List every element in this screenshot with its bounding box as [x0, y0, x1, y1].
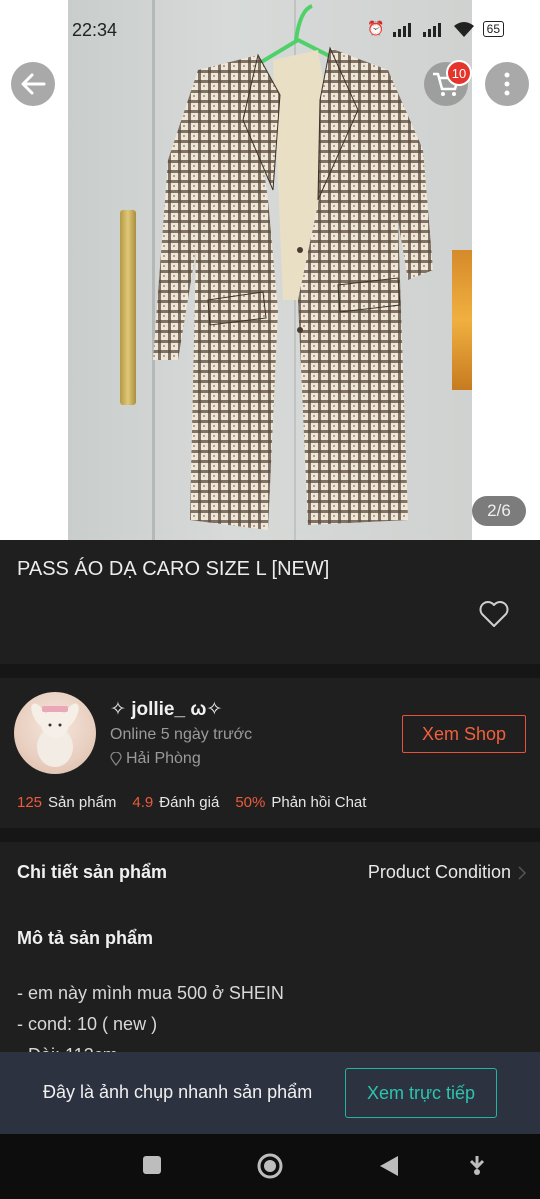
shop-avatar[interactable]	[14, 692, 96, 774]
image-counter: 2/6	[472, 496, 526, 526]
stat-rating: 4.9 Đánh giá	[132, 794, 219, 811]
detail-value: Product Condition	[368, 862, 527, 883]
back-button[interactable]	[11, 62, 55, 106]
description-line: - cond: 10 ( new )	[17, 1014, 158, 1034]
shop-location-text: Hải Phòng	[126, 750, 201, 767]
description-text: - em này mình mua 500 ở SHEIN - cond: 10…	[17, 978, 284, 1052]
more-options-button[interactable]	[485, 62, 529, 106]
heart-icon[interactable]	[478, 600, 510, 628]
back-nav-icon[interactable]	[378, 1154, 400, 1178]
stat-label: Sản phẩm	[48, 794, 117, 811]
bunny-avatar-image	[31, 703, 79, 767]
more-vertical-icon	[504, 72, 510, 96]
description-line: - Dài: 113cm	[17, 1040, 284, 1052]
shop-stats: 125 Sản phẩm 4.9 Đánh giá 50% Phản hồi Chat	[17, 794, 366, 811]
shop-name[interactable]: ✧ jollie_ ω✧	[110, 698, 222, 721]
shop-location: Hải Phòng	[110, 750, 201, 768]
stat-value: 4.9	[132, 794, 154, 811]
stat-value: 50%	[235, 794, 266, 811]
product-details-section: Chi tiết sản phẩm Product Condition Mô t…	[0, 842, 540, 1052]
detail-label: Chi tiết sản phẩm	[17, 862, 168, 882]
home-icon[interactable]	[256, 1152, 284, 1180]
coat-photo	[68, 0, 472, 540]
view-shop-button[interactable]: Xem Shop	[402, 715, 526, 753]
snapshot-text: Đây là ảnh chụp nhanh sản phẩm	[43, 1082, 313, 1102]
arrow-left-icon	[21, 73, 46, 95]
cart-count-badge: 10	[446, 60, 472, 86]
stat-label: Đánh giá	[159, 794, 220, 811]
checkered-coat-image	[153, 4, 433, 530]
detail-value-text: Product Condition	[367, 862, 511, 882]
recents-icon[interactable]	[141, 1154, 163, 1176]
stat-value: 125	[17, 794, 43, 811]
shop-online-status: Online 5 ngày trước	[110, 726, 253, 743]
shop-section: ✧ jollie_ ω✧ Online 5 ngày trước Hải Phò…	[0, 678, 540, 828]
description-title: Mô tả sản phẩm	[17, 928, 154, 948]
system-nav-bar	[0, 1134, 540, 1199]
product-detail-row[interactable]: Chi tiết sản phẩm Product Condition	[17, 862, 527, 883]
product-title-section: PASS ÁO DẠ CARO SIZE L [NEW]	[0, 540, 540, 664]
stat-products: 125 Sản phẩm	[17, 794, 116, 811]
location-pin-icon	[110, 752, 122, 766]
stat-label: Phản hồi Chat	[271, 794, 367, 811]
snapshot-banner: Đây là ảnh chụp nhanh sản phẩm Xem trực …	[0, 1052, 540, 1134]
download-icon[interactable]	[467, 1154, 487, 1176]
stat-chat-response: 50% Phản hồi Chat	[235, 794, 366, 811]
description-line: - em này mình mua 500 ở SHEIN	[17, 983, 284, 1003]
product-title: PASS ÁO DẠ CARO SIZE L [NEW]	[17, 558, 330, 580]
view-live-button[interactable]: Xem trực tiếp	[345, 1068, 497, 1118]
section-divider	[0, 828, 540, 842]
section-divider	[0, 664, 540, 678]
chevron-right-icon	[518, 865, 527, 880]
